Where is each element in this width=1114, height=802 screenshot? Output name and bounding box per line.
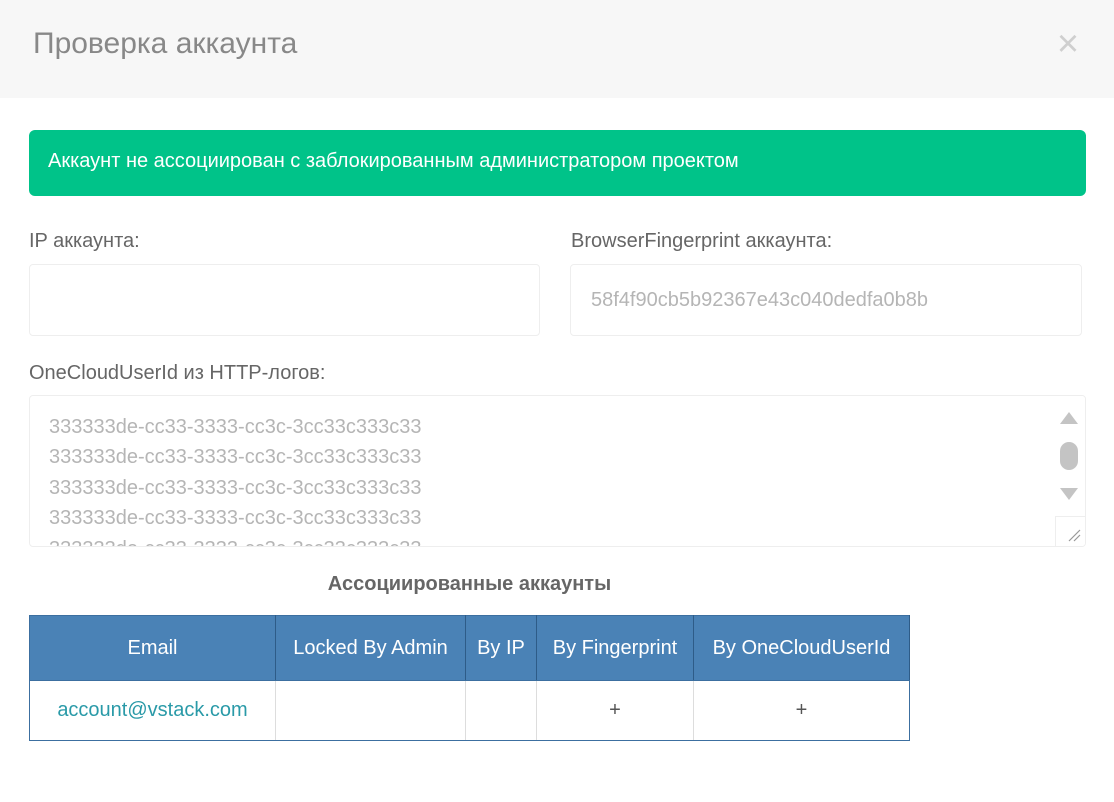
onecloud-userid-line: 333333de-cc33-3333-cc3c-3cc33c333c33 bbox=[49, 446, 422, 469]
scroll-up-arrow-icon[interactable] bbox=[1060, 412, 1078, 424]
by-onecloud-userid-cell: + bbox=[693, 680, 910, 741]
onecloud-userid-line: 333333de-cc33-3333-cc3c-3cc33c333c33 bbox=[49, 534, 1051, 546]
close-icon[interactable]: × bbox=[1050, 24, 1086, 64]
scrollbar-thumb[interactable] bbox=[1060, 442, 1078, 470]
column-header-locked-by-admin[interactable]: Locked By Admin bbox=[275, 615, 466, 681]
onecloud-field-label: OneCloudUserId из HTTP-логов: bbox=[29, 362, 326, 384]
ip-field-label: IP аккаунта: bbox=[29, 230, 140, 252]
column-header-by-onecloud-userid[interactable]: By OneCloudUserId bbox=[693, 615, 910, 681]
modal-header: Проверка аккаунта × bbox=[0, 0, 1114, 98]
email-cell[interactable]: account@vstack.com bbox=[29, 680, 276, 741]
by-ip-cell bbox=[465, 680, 537, 741]
resize-handle-icon[interactable] bbox=[1055, 516, 1085, 546]
modal-title: Проверка аккаунта bbox=[33, 27, 298, 60]
associated-accounts-heading: Ассоциированные аккаунты bbox=[327, 573, 612, 595]
table-header-row: Email Locked By Admin By IP By Fingerpri… bbox=[29, 615, 910, 681]
table-row: account@vstack.com + + bbox=[29, 680, 910, 741]
column-header-by-ip[interactable]: By IP bbox=[465, 615, 537, 681]
onecloud-userid-line: 333333de-cc33-3333-cc3c-3cc33c333c33 bbox=[49, 476, 422, 499]
locked-by-admin-cell bbox=[275, 680, 466, 741]
fingerprint-input[interactable] bbox=[570, 264, 1082, 336]
ip-input[interactable] bbox=[29, 264, 540, 336]
onecloud-userid-line: 333333de-cc33-3333-cc3c-3cc33c333c33 bbox=[49, 507, 422, 530]
onecloud-userid-textarea[interactable]: 333333de-cc33-3333-cc3c-3cc33c333c33 333… bbox=[29, 395, 1086, 547]
status-alert: Аккаунт не ассоциирован с заблокированны… bbox=[29, 130, 1086, 196]
onecloud-userid-line: 333333de-cc33-3333-cc3c-3cc33c333c33 bbox=[49, 416, 422, 438]
scroll-down-arrow-icon[interactable] bbox=[1060, 488, 1078, 500]
fingerprint-field-label: BrowserFingerprint аккаунта: bbox=[571, 230, 833, 252]
column-header-email[interactable]: Email bbox=[29, 615, 276, 681]
by-fingerprint-cell: + bbox=[536, 680, 694, 741]
column-header-by-fingerprint[interactable]: By Fingerprint bbox=[536, 615, 694, 681]
email-link[interactable]: account@vstack.com bbox=[57, 699, 247, 721]
onecloud-userid-lines: 333333de-cc33-3333-cc3c-3cc33c333c33 333… bbox=[49, 412, 1051, 546]
associated-accounts-table: Email Locked By Admin By IP By Fingerpri… bbox=[29, 615, 910, 741]
